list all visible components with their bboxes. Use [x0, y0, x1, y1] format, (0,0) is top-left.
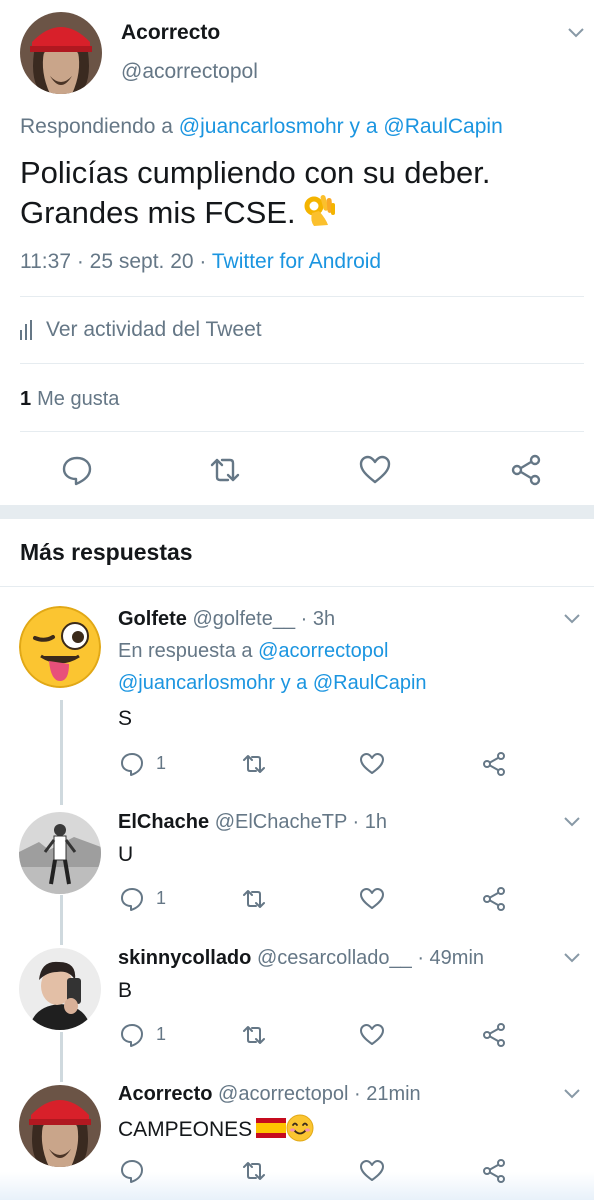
reply-display-name[interactable]: Golfete: [118, 608, 187, 630]
reply-context-line: En respuesta a @acorrectopol: [118, 640, 388, 663]
main-tweet-display-name[interactable]: Acorrecto: [121, 21, 220, 45]
reply-avatar-elchache[interactable]: [19, 812, 101, 894]
main-tweet-text: Policías cumpliendo con su deber. Grande…: [20, 153, 580, 233]
share-icon[interactable]: [481, 751, 507, 777]
reply-text-container: CAMPEONES: [118, 1114, 314, 1142]
like-icon[interactable]: [359, 751, 385, 777]
tweet-meta: 11:37 · 25 sept. 20 · Twitter for Androi…: [20, 250, 381, 274]
reply-context-join: y a: [275, 672, 313, 694]
like-icon[interactable]: [358, 453, 392, 487]
analytics-bars-icon: [20, 320, 32, 340]
retweet-icon[interactable]: [241, 1022, 267, 1048]
reply-icon[interactable]: [119, 1158, 145, 1184]
divider: [0, 586, 594, 587]
avatar-image-icon: [19, 1085, 101, 1167]
reply-text: CAMPEONES: [118, 1118, 253, 1141]
reply-icon[interactable]: [60, 453, 94, 487]
ok-hand-emoji-icon: [304, 195, 335, 226]
reply-time[interactable]: · 1h: [347, 811, 386, 833]
share-icon[interactable]: [481, 886, 507, 912]
avatar-image-icon: [20, 12, 102, 94]
reply-avatar-acorrecto[interactable]: [19, 1085, 101, 1167]
divider: [20, 296, 584, 297]
reply-time[interactable]: · 3h: [295, 608, 335, 630]
reply-handle[interactable]: @acorrectopol: [218, 1083, 348, 1105]
activity-label: Ver actividad del Tweet: [46, 318, 262, 341]
share-icon[interactable]: [509, 453, 543, 487]
tweet-activity-link[interactable]: Ver actividad del Tweet: [20, 318, 262, 342]
main-tweet-text-line-1: Policías cumpliendo con su deber.: [20, 155, 491, 190]
tweet-timestamp[interactable]: 11:37 · 25 sept. 20 ·: [20, 250, 212, 273]
thread-line: [60, 1032, 63, 1082]
reply-context-link-1[interactable]: @acorrectopol: [258, 640, 388, 662]
reply-display-name[interactable]: Acorrecto: [118, 1083, 212, 1105]
like-icon[interactable]: [359, 886, 385, 912]
reply-count: 1: [156, 753, 167, 773]
like-icon[interactable]: [359, 1022, 385, 1048]
replying-prefix: Respondiendo a: [20, 115, 179, 138]
reply-text: S: [118, 707, 133, 730]
reply-header: ElChache @ElChacheTP · 1h: [118, 811, 387, 834]
reply-header: Acorrecto @acorrectopol · 21min: [118, 1083, 421, 1106]
reply-count: 1: [156, 888, 167, 908]
main-tweet-avatar[interactable]: [20, 12, 102, 94]
reply-text: U: [118, 843, 134, 866]
reply-avatar-golfete[interactable]: [19, 606, 101, 688]
smiling-face-emoji-icon: [286, 1114, 314, 1142]
avatar-image-icon: [19, 812, 101, 894]
replying-to-link-2[interactable]: @RaulCapin: [383, 115, 502, 138]
reply-icon[interactable]: [119, 1022, 145, 1048]
reply-avatar-skinnycollado[interactable]: [19, 948, 101, 1030]
retweet-icon[interactable]: [241, 751, 267, 777]
tweet-client-link[interactable]: Twitter for Android: [212, 250, 381, 273]
retweet-icon[interactable]: [241, 1158, 267, 1184]
more-replies-heading: Más respuestas: [20, 539, 193, 565]
reply-context-line-2: @juancarlosmohr y a @RaulCapin: [118, 672, 427, 695]
thread-line: [60, 895, 63, 945]
reply-context-link-2[interactable]: @juancarlosmohr: [118, 672, 275, 694]
likes-count: 1: [20, 388, 32, 410]
retweet-icon[interactable]: [241, 886, 267, 912]
section-separator: [0, 505, 594, 519]
main-tweet-handle[interactable]: @acorrectopol: [121, 60, 258, 84]
chevron-down-icon[interactable]: [568, 28, 584, 38]
chevron-down-icon[interactable]: [564, 817, 580, 827]
chevron-down-icon[interactable]: [564, 1089, 580, 1099]
reply-time[interactable]: · 21min: [348, 1083, 421, 1105]
replying-join: y a: [343, 115, 384, 138]
reply-header: skinnycollado @cesarcollado__ · 49min: [118, 947, 484, 970]
reply-text: B: [118, 979, 133, 1002]
chevron-down-icon[interactable]: [564, 953, 580, 963]
reply-context-prefix: En respuesta a: [118, 640, 259, 662]
reply-context-link-3[interactable]: @RaulCapin: [313, 672, 427, 694]
replying-to-line: Respondiendo a @juancarlosmohr y a @Raul…: [20, 115, 503, 139]
divider: [20, 363, 584, 364]
spain-flag-emoji-icon: [256, 1118, 287, 1138]
reply-icon[interactable]: [119, 886, 145, 912]
reply-handle[interactable]: @ElChacheTP: [215, 811, 347, 833]
likes-summary[interactable]: 1 Me gusta: [20, 388, 119, 411]
reply-count: 1: [156, 1024, 167, 1044]
share-icon[interactable]: [481, 1022, 507, 1048]
main-tweet-text-line-2: Grandes mis FCSE.: [20, 195, 296, 230]
reply-handle[interactable]: @golfete__: [192, 608, 295, 630]
replying-to-link-1[interactable]: @juancarlosmohr: [179, 115, 344, 138]
reply-time[interactable]: · 49min: [412, 947, 484, 969]
winking-tongue-emoji-icon: [19, 606, 101, 688]
divider: [20, 431, 584, 432]
like-icon[interactable]: [359, 1158, 385, 1184]
share-icon[interactable]: [481, 1158, 507, 1184]
chevron-down-icon[interactable]: [564, 614, 580, 624]
reply-handle[interactable]: @cesarcollado__: [257, 947, 412, 969]
reply-icon[interactable]: [119, 751, 145, 777]
thread-line: [60, 700, 63, 805]
reply-display-name[interactable]: ElChache: [118, 811, 209, 833]
retweet-icon[interactable]: [208, 453, 242, 487]
avatar-image-icon: [19, 948, 101, 1030]
reply-header: Golfete @golfete__ · 3h: [118, 608, 335, 631]
reply-display-name[interactable]: skinnycollado: [118, 947, 251, 969]
likes-label: Me gusta: [37, 388, 120, 410]
